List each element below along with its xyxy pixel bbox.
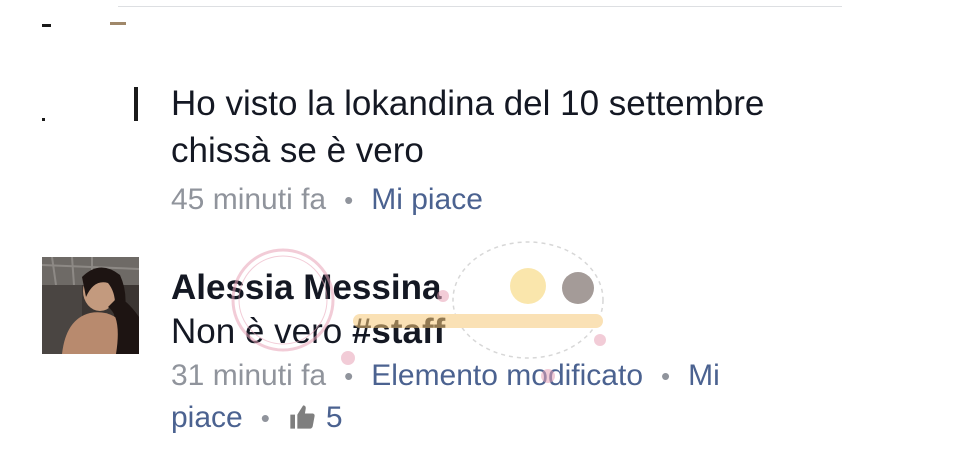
comment-body: Alessia Messina Non è vero #staff 31 min…	[171, 266, 911, 439]
comment-text: Non è vero #staff	[171, 308, 911, 355]
separator-dot: •	[344, 185, 354, 215]
comment-text-plain: Non è vero	[171, 312, 352, 351]
cropped-avatar-fragment	[42, 118, 45, 121]
comment-body: Ho visto la lokandina del 10 settembre c…	[171, 80, 911, 221]
cropped-avatar-fragment	[134, 87, 138, 121]
like-link[interactable]: Mi piace	[371, 183, 483, 216]
separator-dot: •	[661, 361, 671, 391]
avatar-photo	[42, 257, 139, 354]
top-divider	[118, 6, 842, 7]
like-count: 5	[325, 401, 343, 434]
separator-dot: •	[260, 403, 270, 433]
comment-text-line: Ho visto la lokandina del 10 settembre	[171, 84, 765, 123]
comment-meta: 31 minuti fa • Elemento modificato • Mi piace…	[171, 355, 911, 439]
comment-timestamp[interactable]: 45 minuti fa	[171, 183, 326, 216]
cropped-avatar-fragment	[110, 22, 126, 25]
avatar[interactable]	[42, 257, 139, 354]
like-link-continued[interactable]: piace	[171, 401, 243, 434]
comment-meta: 45 minuti fa • Mi piace	[171, 179, 911, 221]
hashtag-link[interactable]: #staff	[352, 312, 445, 351]
comment-timestamp[interactable]: 31 minuti fa	[171, 359, 326, 392]
comment-author[interactable]: Alessia Messina	[171, 266, 911, 310]
like-link[interactable]: Mi	[688, 359, 720, 392]
cropped-avatar-fragment	[42, 24, 51, 27]
separator-dot: •	[344, 361, 354, 391]
like-count-badge[interactable]: 5	[288, 401, 343, 434]
thumbs-up-icon	[290, 405, 315, 429]
comment-text: Ho visto la lokandina del 10 settembre c…	[171, 80, 911, 174]
comment-text-line: chissà se è vero	[171, 131, 424, 170]
edited-label[interactable]: Elemento modificato	[371, 359, 643, 392]
